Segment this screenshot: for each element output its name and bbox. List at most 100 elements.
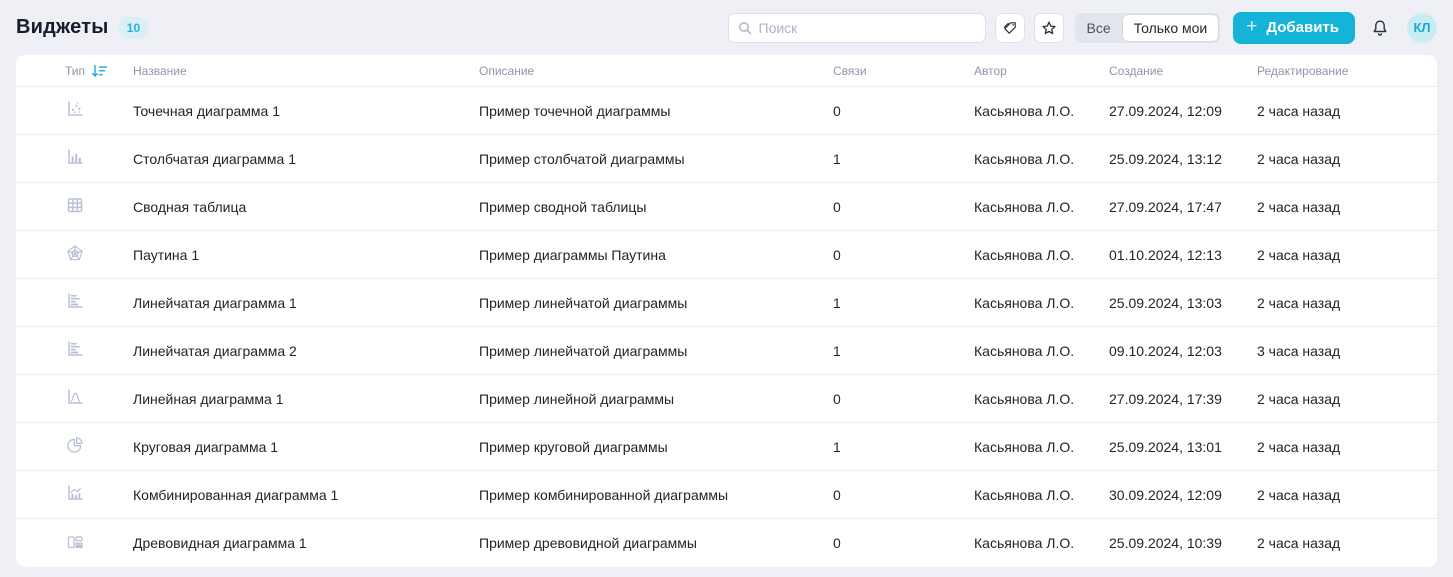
column-label: Автор bbox=[974, 64, 1007, 78]
filter-all-button[interactable]: Все bbox=[1076, 14, 1122, 42]
plus-icon: + bbox=[1246, 17, 1257, 36]
widget-name: Паутина 1 bbox=[133, 247, 479, 263]
horizontal-bar-chart-icon bbox=[65, 291, 85, 311]
widget-description: Пример столбчатой диаграммы bbox=[479, 151, 833, 167]
author: Касьянова Л.О. bbox=[974, 343, 1109, 359]
filter-mine-button[interactable]: Только мои bbox=[1122, 14, 1220, 42]
author: Касьянова Л.О. bbox=[974, 439, 1109, 455]
table-row[interactable]: Круговая диаграмма 1Пример круговой диаг… bbox=[16, 423, 1437, 471]
column-header-name[interactable]: Название bbox=[133, 64, 479, 78]
edited-at: 2 часа назад bbox=[1257, 391, 1437, 407]
links-count: 0 bbox=[833, 535, 974, 551]
edited-at: 2 часа назад bbox=[1257, 439, 1437, 455]
search-box bbox=[728, 13, 986, 43]
widget-name: Линейчатая диаграмма 2 bbox=[133, 343, 479, 359]
created-at: 27.09.2024, 17:39 bbox=[1109, 391, 1257, 407]
table-row[interactable]: Линейная диаграмма 1Пример линейной диаг… bbox=[16, 375, 1437, 423]
avatar[interactable]: КЛ bbox=[1407, 13, 1437, 43]
column-label: Тип bbox=[65, 64, 85, 78]
table-row[interactable]: Древовидная диаграмма 1Пример древовидно… bbox=[16, 519, 1437, 567]
created-at: 25.09.2024, 13:03 bbox=[1109, 295, 1257, 311]
search-icon bbox=[737, 20, 753, 36]
links-count: 0 bbox=[833, 247, 974, 263]
tags-filter-button[interactable] bbox=[995, 13, 1025, 43]
column-header-type[interactable]: Тип bbox=[65, 63, 133, 79]
widget-count-badge: 10 bbox=[118, 17, 148, 39]
edited-at: 2 часа назад bbox=[1257, 247, 1437, 263]
table-row[interactable]: Столбчатая диаграмма 1Пример столбчатой … bbox=[16, 135, 1437, 183]
created-at: 25.09.2024, 10:39 bbox=[1109, 535, 1257, 551]
combo-chart-icon bbox=[65, 483, 85, 503]
created-at: 09.10.2024, 12:03 bbox=[1109, 343, 1257, 359]
notifications-bell-icon[interactable] bbox=[1364, 12, 1396, 44]
search-input[interactable] bbox=[728, 13, 986, 43]
table-row[interactable]: Сводная таблицаПример сводной таблицы0Ка… bbox=[16, 183, 1437, 231]
column-header-created[interactable]: Создание bbox=[1109, 64, 1257, 78]
links-count: 1 bbox=[833, 439, 974, 455]
star-icon bbox=[1040, 19, 1058, 37]
edited-at: 2 часа назад bbox=[1257, 487, 1437, 503]
table-body: Точечная диаграмма 1Пример точечной диаг… bbox=[16, 87, 1437, 567]
table-row[interactable]: Точечная диаграмма 1Пример точечной диаг… bbox=[16, 87, 1437, 135]
column-label: Название bbox=[133, 64, 187, 78]
tag-icon bbox=[1001, 19, 1019, 37]
created-at: 27.09.2024, 17:47 bbox=[1109, 199, 1257, 215]
pivot-table-icon bbox=[65, 195, 85, 215]
widget-description: Пример линейчатой диаграммы bbox=[479, 343, 833, 359]
widget-name: Столбчатая диаграмма 1 bbox=[133, 151, 479, 167]
column-header-author[interactable]: Автор bbox=[974, 64, 1109, 78]
edited-at: 3 часа назад bbox=[1257, 343, 1437, 359]
table-row[interactable]: Линейчатая диаграмма 2Пример линейчатой … bbox=[16, 327, 1437, 375]
widget-name: Древовидная диаграмма 1 bbox=[133, 535, 479, 551]
links-count: 1 bbox=[833, 295, 974, 311]
column-header-links[interactable]: Связи bbox=[833, 64, 974, 78]
table-row[interactable]: Комбинированная диаграмма 1Пример комбин… bbox=[16, 471, 1437, 519]
column-label: Связи bbox=[833, 64, 867, 78]
widget-name: Круговая диаграмма 1 bbox=[133, 439, 479, 455]
created-at: 27.09.2024, 12:09 bbox=[1109, 103, 1257, 119]
favorites-filter-button[interactable] bbox=[1034, 13, 1064, 43]
author: Касьянова Л.О. bbox=[974, 487, 1109, 503]
links-count: 0 bbox=[833, 487, 974, 503]
edited-at: 2 часа назад bbox=[1257, 199, 1437, 215]
created-at: 30.09.2024, 12:09 bbox=[1109, 487, 1257, 503]
links-count: 1 bbox=[833, 151, 974, 167]
created-at: 25.09.2024, 13:01 bbox=[1109, 439, 1257, 455]
edited-at: 2 часа назад bbox=[1257, 103, 1437, 119]
table-row[interactable]: Паутина 1Пример диаграммы Паутина0Касьян… bbox=[16, 231, 1437, 279]
author: Касьянова Л.О. bbox=[974, 391, 1109, 407]
created-at: 25.09.2024, 13:12 bbox=[1109, 151, 1257, 167]
table-header: Тип Название Описание Связи Автор Создание Ред… bbox=[16, 55, 1437, 87]
widget-description: Пример линейчатой диаграммы bbox=[479, 295, 833, 311]
links-count: 0 bbox=[833, 391, 974, 407]
widget-description: Пример точечной диаграммы bbox=[479, 103, 833, 119]
widgets-table: Тип Название Описание Связи Автор Создание Ред… bbox=[16, 55, 1437, 567]
add-widget-button[interactable]: + Добавить bbox=[1233, 12, 1355, 44]
column-label: Создание bbox=[1109, 64, 1163, 78]
bar-chart-icon bbox=[65, 147, 85, 167]
sort-descending-icon[interactable] bbox=[91, 64, 108, 79]
add-button-label: Добавить bbox=[1266, 19, 1339, 36]
edited-at: 2 часа назад bbox=[1257, 295, 1437, 311]
created-at: 01.10.2024, 12:13 bbox=[1109, 247, 1257, 263]
table-row[interactable]: Линейчатая диаграмма 1Пример линейчатой … bbox=[16, 279, 1437, 327]
author: Касьянова Л.О. bbox=[974, 103, 1109, 119]
edited-at: 2 часа назад bbox=[1257, 151, 1437, 167]
author: Касьянова Л.О. bbox=[974, 295, 1109, 311]
links-count: 1 bbox=[833, 343, 974, 359]
widget-description: Пример линейной диаграммы bbox=[479, 391, 833, 407]
author: Касьянова Л.О. bbox=[974, 535, 1109, 551]
author: Касьянова Л.О. bbox=[974, 151, 1109, 167]
author: Касьянова Л.О. bbox=[974, 247, 1109, 263]
widget-description: Пример древовидной диаграммы bbox=[479, 535, 833, 551]
column-header-edited[interactable]: Редактирование bbox=[1257, 64, 1437, 78]
widget-description: Пример диаграммы Паутина bbox=[479, 247, 833, 263]
column-header-description[interactable]: Описание bbox=[479, 64, 833, 78]
column-label: Редактирование bbox=[1257, 64, 1348, 78]
treemap-chart-icon bbox=[65, 532, 85, 552]
column-label: Описание bbox=[479, 64, 534, 78]
page-title: Виджеты bbox=[16, 16, 108, 39]
links-count: 0 bbox=[833, 103, 974, 119]
ownership-filter: Все Только мои bbox=[1075, 13, 1221, 43]
line-chart-icon bbox=[65, 387, 85, 407]
